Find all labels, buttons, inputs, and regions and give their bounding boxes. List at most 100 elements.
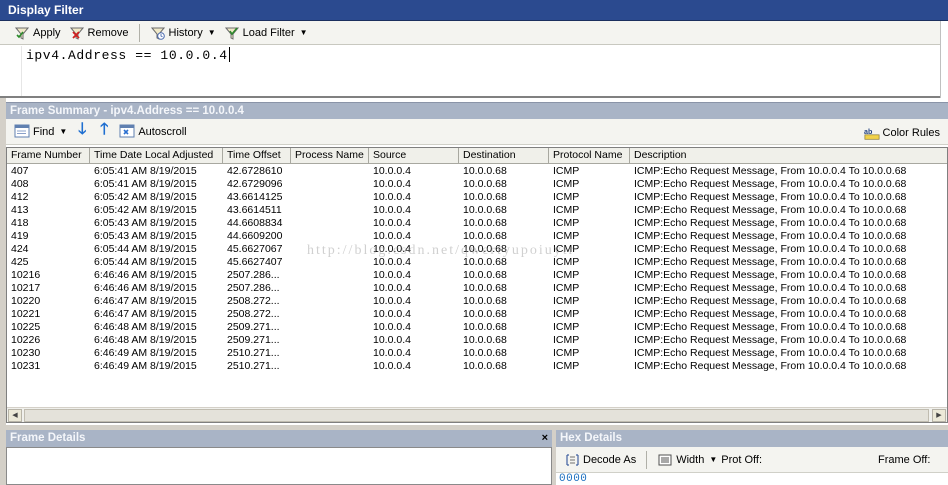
table-row[interactable]: 10221 6:46:47 AM 8/19/2015 2508.272... 10.0… xyxy=(7,308,947,321)
frame-summary-title: Frame Summary - ipv4.Address == 10.0.0.4 xyxy=(10,105,244,117)
table-row[interactable]: 407 6:05:41 AM 8/19/2015 42.6728610 10.0.0.… xyxy=(7,165,947,178)
toolbar-separator xyxy=(138,23,140,42)
autoscroll-button[interactable]: Autoscroll xyxy=(115,122,190,142)
width-dropdown[interactable]: Width ▼ xyxy=(653,450,721,470)
history-icon xyxy=(150,25,166,41)
filter-expression-text: ipv4.Address == 10.0.0.4 xyxy=(26,48,228,63)
cell-time-offset: 2508.272... xyxy=(227,308,280,320)
scroll-right-button[interactable]: ▶ xyxy=(932,409,946,422)
table-row[interactable]: 418 6:05:43 AM 8/19/2015 44.6608834 10.0.0.… xyxy=(7,217,947,230)
column-header-description[interactable]: Description xyxy=(630,148,947,164)
history-dropdown[interactable]: History ▼ xyxy=(146,23,220,43)
remove-icon xyxy=(69,25,85,41)
filter-expression-editor[interactable]: ipv4.Address == 10.0.0.4 xyxy=(0,46,948,98)
cell-frame-number: 10216 xyxy=(11,269,41,281)
table-row[interactable]: 408 6:05:41 AM 8/19/2015 42.6729096 10.0.0.… xyxy=(7,178,947,191)
table-row[interactable]: 10231 6:46:49 AM 8/19/2015 2510.271... 10.0… xyxy=(7,360,947,373)
cell-destination: 10.0.0.68 xyxy=(463,295,507,307)
cell-time-date: 6:46:48 AM 8/19/2015 xyxy=(94,334,197,346)
column-header-source[interactable]: Source xyxy=(369,148,459,164)
column-header-time-date[interactable]: Time Date Local Adjusted xyxy=(90,148,223,164)
column-header-process-name[interactable]: Process Name xyxy=(291,148,369,164)
scroll-left-button[interactable]: ◀ xyxy=(8,409,22,422)
cell-process-name xyxy=(291,334,369,347)
cell-protocol-name: ICMP xyxy=(553,360,580,372)
display-filter-toolbar: Apply Remove History ▼ Load Filter ▼ xyxy=(0,21,948,45)
cell-description: ICMP:Echo Request Message, From 10.0.0.4… xyxy=(634,269,907,281)
column-header-frame-number[interactable]: Frame Number xyxy=(7,148,90,164)
cell-source: 10.0.0.4 xyxy=(373,347,411,359)
hex-details-pane[interactable]: 0000 xyxy=(556,473,948,485)
scroll-up-button[interactable]: 🡑 xyxy=(95,121,113,142)
cell-frame-number: 10220 xyxy=(11,295,41,307)
cell-frame-number: 424 xyxy=(11,243,29,255)
table-row[interactable]: 10226 6:46:48 AM 8/19/2015 2509.271... 10.0… xyxy=(7,334,947,347)
cell-time-date: 6:05:42 AM 8/19/2015 xyxy=(94,191,197,203)
table-row[interactable]: 10220 6:46:47 AM 8/19/2015 2508.272... 10.0… xyxy=(7,295,947,308)
scroll-down-button[interactable]: 🡓 xyxy=(73,121,91,142)
hex-details-header: Hex Details xyxy=(556,430,948,447)
color-rules-button[interactable]: ab Color Rules xyxy=(860,123,944,143)
decode-as-label: Decode As xyxy=(583,453,637,466)
apply-label: Apply xyxy=(33,26,61,39)
load-filter-label: Load Filter xyxy=(242,26,295,39)
cell-destination: 10.0.0.68 xyxy=(463,269,507,281)
cell-source: 10.0.0.4 xyxy=(373,334,411,346)
cell-time-offset: 44.6609200 xyxy=(227,230,283,242)
cell-source: 10.0.0.4 xyxy=(373,308,411,320)
cell-destination: 10.0.0.68 xyxy=(463,321,507,333)
cell-source: 10.0.0.4 xyxy=(373,217,411,229)
horizontal-scrollbar[interactable]: ◀ ▶ xyxy=(7,407,947,422)
frame-summary-header: Frame Summary - ipv4.Address == 10.0.0.4 xyxy=(6,102,948,119)
decode-as-button[interactable]: Decode As xyxy=(560,450,640,470)
cell-protocol-name: ICMP xyxy=(553,308,580,320)
column-header-protocol-name[interactable]: Protocol Name xyxy=(549,148,630,164)
apply-button[interactable]: Apply xyxy=(10,23,65,43)
cell-destination: 10.0.0.68 xyxy=(463,165,507,177)
column-header-destination[interactable]: Destination xyxy=(459,148,549,164)
cell-time-date: 6:46:47 AM 8/19/2015 xyxy=(94,295,197,307)
cell-description: ICMP:Echo Request Message, From 10.0.0.4… xyxy=(634,347,907,359)
close-icon[interactable]: × xyxy=(542,430,548,447)
autoscroll-label: Autoscroll xyxy=(138,125,187,138)
cell-time-date: 6:05:42 AM 8/19/2015 xyxy=(94,204,197,216)
cell-process-name xyxy=(291,217,369,230)
find-dropdown[interactable]: Find ▼ xyxy=(10,122,71,142)
table-row[interactable]: 10216 6:46:46 AM 8/19/2015 2507.286... 10.0… xyxy=(7,269,947,282)
scrollbar-thumb[interactable] xyxy=(24,409,929,422)
load-filter-dropdown[interactable]: Load Filter ▼ xyxy=(220,23,312,43)
column-header-time-offset[interactable]: Time Offset xyxy=(223,148,291,164)
cell-time-date: 6:46:49 AM 8/19/2015 xyxy=(94,347,197,359)
cell-protocol-name: ICMP xyxy=(553,269,580,281)
cell-process-name xyxy=(291,204,369,217)
editor-vertical-scrollbar[interactable] xyxy=(940,21,948,98)
table-row[interactable]: 413 6:05:42 AM 8/19/2015 43.6614511 10.0.0.… xyxy=(7,204,947,217)
cell-process-name xyxy=(291,321,369,334)
table-row[interactable]: 10230 6:46:49 AM 8/19/2015 2510.271... 10.0… xyxy=(7,347,947,360)
table-row[interactable]: 10217 6:46:46 AM 8/19/2015 2507.286... 10.0… xyxy=(7,282,947,295)
cell-process-name xyxy=(291,178,369,191)
remove-button[interactable]: Remove xyxy=(65,23,133,43)
cell-description: ICMP:Echo Request Message, From 10.0.0.4… xyxy=(634,191,907,203)
cell-protocol-name: ICMP xyxy=(553,204,580,216)
filter-expression-line[interactable]: ipv4.Address == 10.0.0.4 xyxy=(26,47,230,63)
table-row[interactable]: 412 6:05:42 AM 8/19/2015 43.6614125 10.0.0.… xyxy=(7,191,947,204)
frame-summary-grid[interactable]: Frame Number Time Date Local Adjusted Ti… xyxy=(6,147,948,423)
cell-frame-number: 10221 xyxy=(11,308,41,320)
hex-details-toolbar: Decode As Width ▼ Prot Off: Frame Off: xyxy=(556,447,948,473)
remove-label: Remove xyxy=(87,26,129,39)
cell-time-offset: 45.6627407 xyxy=(227,256,283,268)
scroll-down-icon: 🡓 xyxy=(78,121,87,138)
decode-as-icon xyxy=(564,452,580,468)
cell-source: 10.0.0.4 xyxy=(373,230,411,242)
cell-process-name xyxy=(291,191,369,204)
cell-frame-number: 413 xyxy=(11,204,29,216)
table-row[interactable]: 10225 6:46:48 AM 8/19/2015 2509.271... 10.0… xyxy=(7,321,947,334)
table-row[interactable]: 419 6:05:43 AM 8/19/2015 44.6609200 10.0.0.… xyxy=(7,230,947,243)
cell-time-offset: 2509.271... xyxy=(227,334,280,346)
cell-frame-number: 10225 xyxy=(11,321,41,333)
cell-source: 10.0.0.4 xyxy=(373,282,411,294)
cell-protocol-name: ICMP xyxy=(553,178,580,190)
cell-source: 10.0.0.4 xyxy=(373,321,411,333)
frame-details-pane[interactable] xyxy=(6,447,552,485)
